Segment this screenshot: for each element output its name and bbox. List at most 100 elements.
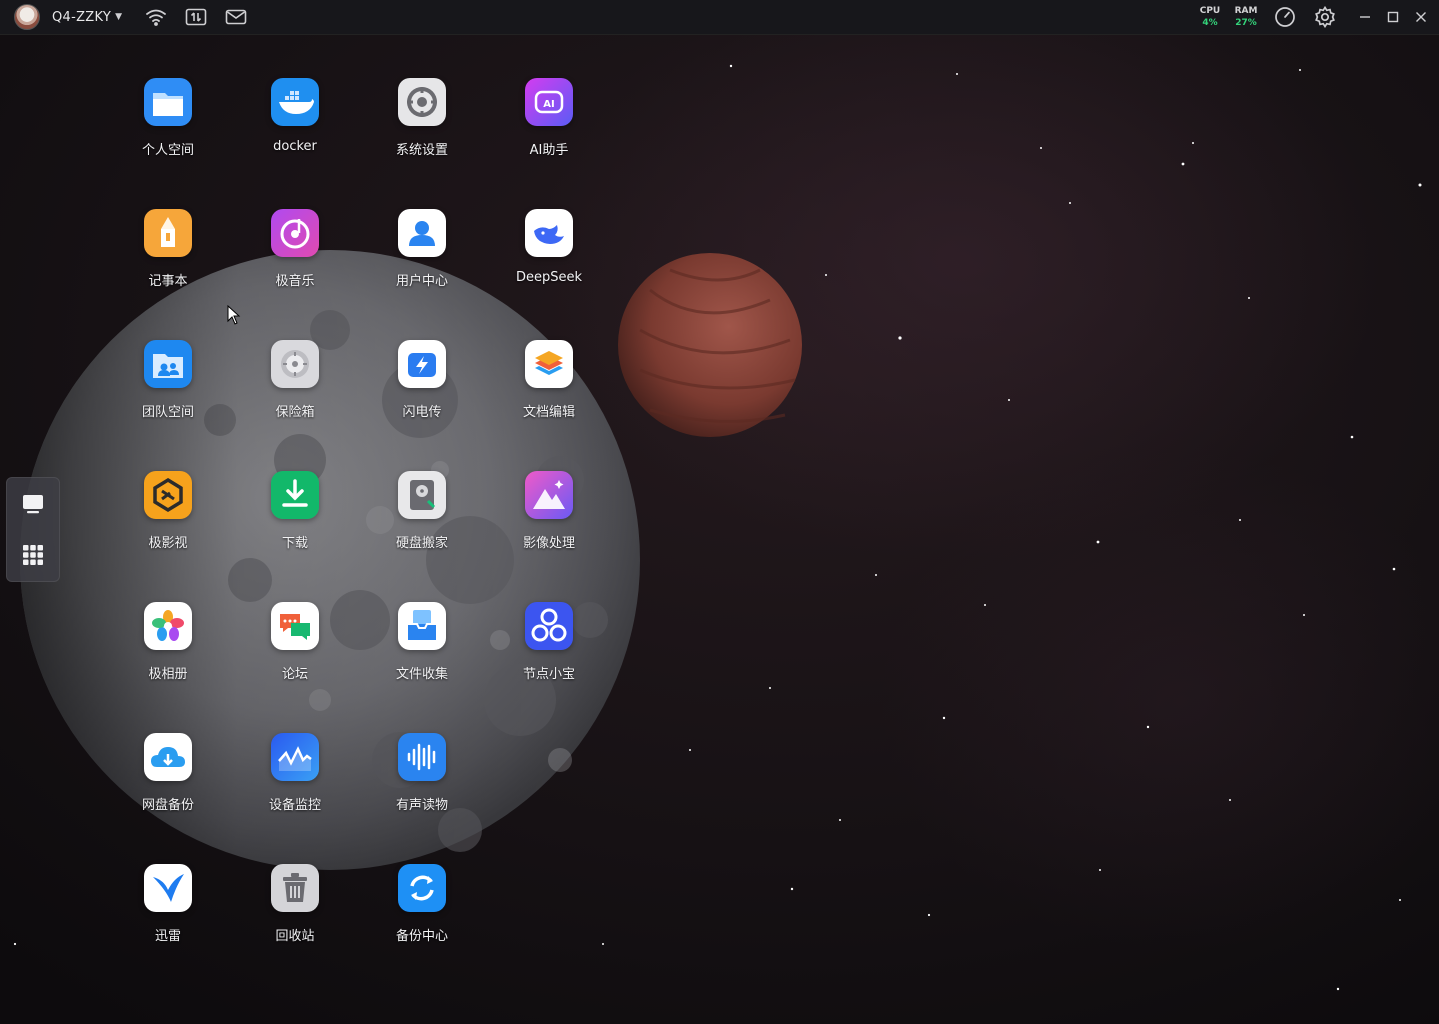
download-arrow-icon[interactable] (271, 471, 319, 519)
cpu-value: 4% (1202, 18, 1218, 28)
app-label: 记事本 (148, 274, 188, 289)
app-label: 极音乐 (275, 274, 315, 289)
lightning-icon[interactable] (398, 340, 446, 388)
app-backup-center[interactable]: 备份中心 (367, 864, 477, 974)
hard-disk-icon[interactable] (398, 471, 446, 519)
app-docker[interactable]: docker (240, 78, 350, 188)
notepad-pencil-icon[interactable] (144, 209, 192, 257)
app-label: 文件收集 (395, 667, 448, 682)
app-label: docker (273, 139, 317, 154)
app-label: 硬盘搬家 (395, 536, 448, 551)
app-label: 论坛 (281, 667, 308, 682)
app-label: 备份中心 (395, 929, 448, 944)
app-label: 文档编辑 (522, 405, 575, 420)
app-grid-icon[interactable] (18, 540, 48, 570)
app-doc-edit[interactable]: 文档编辑 (494, 340, 604, 450)
mouse-cursor-icon (227, 305, 241, 325)
app-system-settings[interactable]: 系统设置 (367, 78, 477, 188)
app-label: 迅雷 (154, 929, 181, 944)
ram-label: RAM (1234, 6, 1258, 16)
app-download[interactable]: 下载 (240, 471, 350, 581)
ram-value: 27% (1235, 18, 1257, 28)
pulse-chart-icon[interactable] (271, 733, 319, 781)
app-user-center[interactable]: 用户中心 (367, 209, 477, 319)
music-disc-icon[interactable] (271, 209, 319, 257)
app-audiobooks[interactable]: 有声读物 (367, 733, 477, 843)
app-video[interactable]: 极影视 (113, 471, 223, 581)
app-flash-transfer[interactable]: 闪电传 (367, 340, 477, 450)
settings-gear-icon[interactable] (398, 78, 446, 126)
app-label: 闪电传 (402, 405, 442, 420)
avatar[interactable] (14, 4, 40, 30)
app-label: 极相册 (148, 667, 188, 682)
app-music[interactable]: 极音乐 (240, 209, 350, 319)
sound-wave-icon[interactable] (398, 733, 446, 781)
app-label: AI助手 (529, 143, 569, 158)
wifi-icon[interactable] (144, 5, 168, 29)
app-label: 个人空间 (141, 143, 194, 158)
app-thunder[interactable]: 迅雷 (113, 864, 223, 974)
ram-usage: RAM 27% (1231, 5, 1261, 29)
app-label: 下载 (281, 536, 308, 551)
app-label: 极影视 (148, 536, 188, 551)
app-photos[interactable]: 极相册 (113, 602, 223, 712)
node-triangle-icon[interactable] (525, 602, 573, 650)
app-label: 系统设置 (395, 143, 448, 158)
app-personal-space[interactable]: 个人空间 (113, 78, 223, 188)
trash-icon[interactable] (271, 864, 319, 912)
app-device-monitor[interactable]: 设备监控 (240, 733, 350, 843)
device-name[interactable]: Q4-ZZKY (52, 10, 111, 25)
cpu-label: CPU (1199, 6, 1221, 16)
app-image-processing[interactable]: 影像处理 (494, 471, 604, 581)
safe-dial-icon[interactable] (271, 340, 319, 388)
device-selector[interactable]: Q4-ZZKY ▼ (14, 4, 122, 30)
flower-petals-icon[interactable] (144, 602, 192, 650)
maximize-button[interactable] (1379, 0, 1407, 34)
ai-robot-icon[interactable]: AI (525, 78, 573, 126)
app-label: 保险箱 (275, 405, 315, 420)
app-team-space[interactable]: 团队空间 (113, 340, 223, 450)
folder-icon[interactable] (144, 78, 192, 126)
app-label: 用户中心 (395, 274, 448, 289)
transfer-icon[interactable] (184, 5, 208, 29)
app-label: DeepSeek (515, 270, 583, 285)
app-node-treasure[interactable]: 节点小宝 (494, 602, 604, 712)
app-ai-assistant[interactable]: AI AI助手 (494, 78, 604, 188)
layers-icon[interactable] (525, 340, 573, 388)
gear-icon[interactable] (1313, 5, 1337, 29)
close-button[interactable] (1407, 0, 1435, 34)
cpu-usage: CPU 4% (1195, 5, 1225, 29)
app-disk-migration[interactable]: 硬盘搬家 (367, 471, 477, 581)
top-bar: Q4-ZZKY ▼ CPU 4% RAM 27% (0, 0, 1439, 35)
app-label: 节点小宝 (522, 667, 575, 682)
app-recycle-bin[interactable]: 回收站 (240, 864, 350, 974)
app-forum[interactable]: 论坛 (240, 602, 350, 712)
app-label: 回收站 (275, 929, 315, 944)
video-logo-icon[interactable] (144, 471, 192, 519)
svg-text:AI: AI (543, 99, 554, 110)
side-dock (6, 477, 60, 582)
app-notepad[interactable]: 记事本 (113, 209, 223, 319)
app-label: 有声读物 (395, 798, 448, 813)
docker-whale-icon[interactable] (271, 78, 319, 126)
app-label: 团队空间 (141, 405, 194, 420)
app-safe-box[interactable]: 保险箱 (240, 340, 350, 450)
speedometer-icon[interactable] (1273, 5, 1297, 29)
app-deepseek[interactable]: DeepSeek (494, 209, 604, 319)
chat-bubbles-icon[interactable] (271, 602, 319, 650)
app-file-collect[interactable]: 文件收集 (367, 602, 477, 712)
cloud-download-icon[interactable] (144, 733, 192, 781)
chevron-down-icon[interactable]: ▼ (115, 12, 122, 22)
sync-arrows-icon[interactable] (398, 864, 446, 912)
mail-icon[interactable] (224, 5, 248, 29)
app-label: 设备监控 (268, 798, 321, 813)
mountain-image-icon[interactable] (525, 471, 573, 519)
user-icon[interactable] (398, 209, 446, 257)
desktop-icon[interactable] (18, 489, 48, 519)
minimize-button[interactable] (1351, 0, 1379, 34)
team-folder-icon[interactable] (144, 340, 192, 388)
app-cloud-backup[interactable]: 网盘备份 (113, 733, 223, 843)
deepseek-whale-icon[interactable] (525, 209, 573, 257)
file-tray-icon[interactable] (398, 602, 446, 650)
thunder-bird-icon[interactable] (144, 864, 192, 912)
